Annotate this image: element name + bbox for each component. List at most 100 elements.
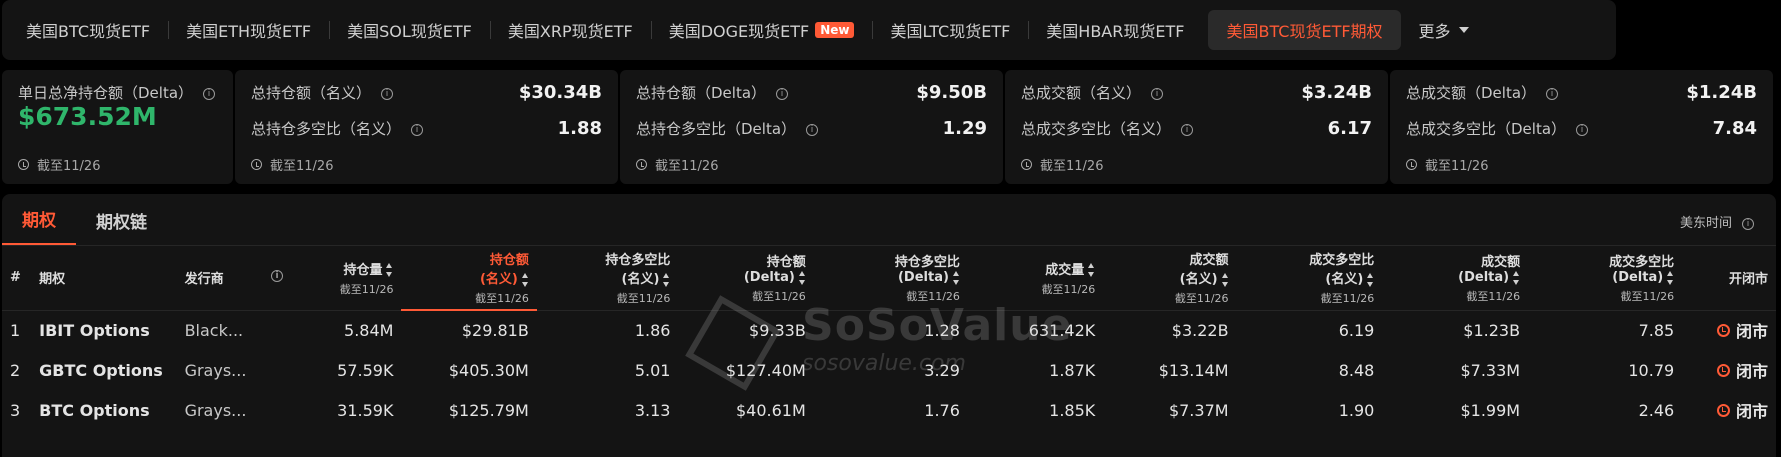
info-icon[interactable]: i — [203, 87, 216, 100]
info-icon[interactable]: i — [381, 87, 394, 100]
tab-ltc-spot-etf[interactable]: 美国LTC现货ETF — [872, 10, 1028, 50]
col-oi-notional[interactable]: 持仓额 (名义) 截至11/26 — [401, 246, 537, 311]
tab-label: 美国HBAR现货ETF — [1046, 22, 1185, 41]
vol-ratio-notional: 6.19 — [1338, 320, 1375, 340]
info-icon[interactable]: i — [776, 87, 789, 100]
table-row[interactable]: 3 BTC Options Grays... 31.59K $125.79M 3… — [2, 390, 1776, 430]
clock-icon — [251, 159, 262, 170]
closed-clock-icon — [1716, 363, 1730, 377]
tab-btc-spot-etf[interactable]: 美国BTC现货ETF — [8, 10, 168, 50]
stat-value: $9.50B — [916, 82, 987, 103]
info-icon[interactable]: i — [411, 123, 424, 136]
tab-hbar-spot-etf[interactable]: 美国HBAR现货ETF — [1028, 10, 1202, 50]
sort-icon[interactable] — [1513, 270, 1520, 285]
stat-label: 总成交额（名义） — [1021, 84, 1142, 102]
oi-qty: 5.84M — [344, 320, 394, 340]
stat-label: 总成交多空比（名义） — [1021, 120, 1172, 138]
info-icon[interactable]: i — [271, 270, 284, 283]
as-of-date: 截至11/26 — [251, 155, 333, 174]
col-issuer: 发行商 i — [176, 246, 292, 311]
tab-xrp-spot-etf[interactable]: 美国XRP现货ETF — [489, 10, 651, 50]
oi-ratio-notional: 1.86 — [634, 320, 671, 340]
oi-ratio-delta: 3.29 — [924, 360, 960, 380]
open-interest-card: 总持仓额（名义） i $30.34B 总持仓多空比（名义） i 1.88 截至11/… — [235, 70, 618, 184]
market-status: 闭市 — [1682, 390, 1776, 430]
col-oi-ratio-notional[interactable]: 持仓多空比 (名义) 截至11/26 — [536, 246, 679, 311]
market-status: 闭市 — [1682, 310, 1776, 350]
tab-eth-spot-etf[interactable]: 美国ETH现货ETF — [168, 10, 329, 50]
info-icon[interactable]: i — [1546, 87, 1559, 100]
tab-option-chain[interactable]: 期权链 — [76, 208, 167, 245]
volume: 1.87K — [1049, 360, 1096, 380]
table-row[interactable]: 2 GBTC Options Grays... 57.59K $405.30M … — [2, 350, 1776, 390]
info-icon[interactable]: i — [1576, 123, 1589, 136]
as-of-date: 截至11/26 — [1021, 155, 1103, 174]
option-name[interactable]: IBIT Options — [31, 310, 176, 350]
sort-icon[interactable] — [663, 272, 670, 287]
vol-ratio-notional: 1.90 — [1338, 400, 1375, 420]
turnover-notional: $7.37M — [1168, 400, 1229, 420]
row-index: 2 — [10, 360, 21, 380]
tab-more[interactable]: 更多 — [1401, 10, 1487, 50]
info-icon[interactable]: i — [1151, 87, 1164, 100]
col-volume[interactable]: 成交量 截至11/26 — [967, 246, 1104, 311]
stat-value: 6.17 — [1327, 118, 1372, 139]
turnover-notional: $13.14M — [1158, 360, 1229, 380]
tab-doge-spot-etf[interactable]: 美国DOGE现货ETF New — [650, 10, 873, 50]
stat-value: $30.34B — [518, 82, 602, 103]
stat-label: 总持仓额（名义） — [251, 84, 372, 102]
col-turnover-notional[interactable]: 成交额 (名义) 截至11/26 — [1103, 246, 1237, 311]
daily-net-value: $673.52M — [18, 102, 157, 131]
info-icon[interactable]: i — [1742, 217, 1754, 230]
clock-icon — [18, 159, 29, 170]
info-icon[interactable]: i — [1181, 123, 1194, 136]
clock-icon — [636, 159, 647, 170]
sort-icon[interactable] — [798, 270, 806, 285]
options-table: # 期权 发行商 i 持仓量 截至11/26 持仓额 (名义) 截至11/26 持仓多空… — [2, 246, 1776, 430]
col-option: 期权 — [31, 246, 177, 311]
turnover-delta: $1.23B — [1463, 320, 1521, 340]
sort-icon[interactable] — [386, 263, 393, 278]
sort-icon[interactable] — [1667, 270, 1674, 285]
col-oi-ratio-delta[interactable]: 持仓多空比 (Delta) 截至11/26 — [813, 246, 968, 311]
info-icon[interactable]: i — [806, 123, 819, 136]
sort-icon[interactable] — [1088, 263, 1095, 278]
stat-label: 单日总净持仓额（Delta） — [18, 84, 194, 102]
sort-icon[interactable] — [1221, 272, 1229, 287]
sort-icon[interactable] — [952, 270, 960, 285]
sort-icon[interactable] — [1367, 272, 1374, 287]
as-of-date: 截至11/26 — [636, 155, 718, 174]
stat-value: 1.29 — [942, 118, 987, 139]
tab-options[interactable]: 期权 — [2, 206, 76, 245]
vol-ratio-delta: 2.46 — [1638, 400, 1675, 420]
closed-clock-icon — [1716, 403, 1730, 417]
option-name[interactable]: BTC Options — [31, 390, 176, 430]
oi-delta: $127.40M — [725, 360, 806, 380]
turnover-delta: $7.33M — [1460, 360, 1521, 380]
col-oi-delta[interactable]: 持仓额 (Delta) 截至11/26 — [678, 246, 814, 311]
volume-card: 总成交额（名义） i $3.24B 总成交多空比（名义） i 6.17 截至11/2… — [1005, 70, 1388, 184]
col-oi-qty[interactable]: 持仓量 截至11/26 — [291, 246, 402, 311]
timezone-label: 美东时间 i — [1680, 212, 1754, 231]
col-vol-ratio-delta[interactable]: 成交多空比 (Delta) 截至11/26 — [1528, 246, 1683, 311]
panel-tabs: 期权 期权链 — [2, 194, 1776, 246]
col-index: # — [2, 246, 32, 311]
table-row[interactable]: 1 IBIT Options Black... 5.84M $29.81B 1.… — [2, 310, 1776, 350]
daily-net-delta-card: 单日总净持仓额（Delta） i $673.52M 截至11/26 — [2, 70, 233, 184]
table-header-row: # 期权 发行商 i 持仓量 截至11/26 持仓额 (名义) 截至11/26 持仓多空… — [2, 246, 1776, 311]
vol-ratio-notional: 8.48 — [1338, 360, 1375, 380]
issuer: Grays... — [184, 400, 247, 420]
sort-icon[interactable] — [521, 272, 529, 287]
tab-sol-spot-etf[interactable]: 美国SOL现货ETF — [329, 10, 490, 50]
chevron-down-icon — [1458, 27, 1469, 33]
col-turnover-delta[interactable]: 成交额 (Delta) 截至11/26 — [1382, 246, 1529, 311]
new-badge: New — [815, 22, 855, 38]
etf-tab-bar: 美国BTC现货ETF 美国ETH现货ETF 美国SOL现货ETF 美国XRP现货… — [2, 0, 1616, 60]
oi-ratio-delta: 1.28 — [924, 320, 960, 340]
option-name[interactable]: GBTC Options — [31, 350, 176, 390]
oi-ratio-delta: 1.76 — [924, 400, 960, 420]
volume-delta-card: 总成交额（Delta） i $1.24B 总成交多空比（Delta） i 7.84 … — [1390, 70, 1773, 184]
col-vol-ratio-notional[interactable]: 成交多空比 (名义) 截至11/26 — [1236, 246, 1383, 311]
col-market-status: 开闭市 — [1682, 246, 1776, 311]
tab-btc-spot-etf-options[interactable]: 美国BTC现货ETF期权 — [1208, 10, 1401, 50]
